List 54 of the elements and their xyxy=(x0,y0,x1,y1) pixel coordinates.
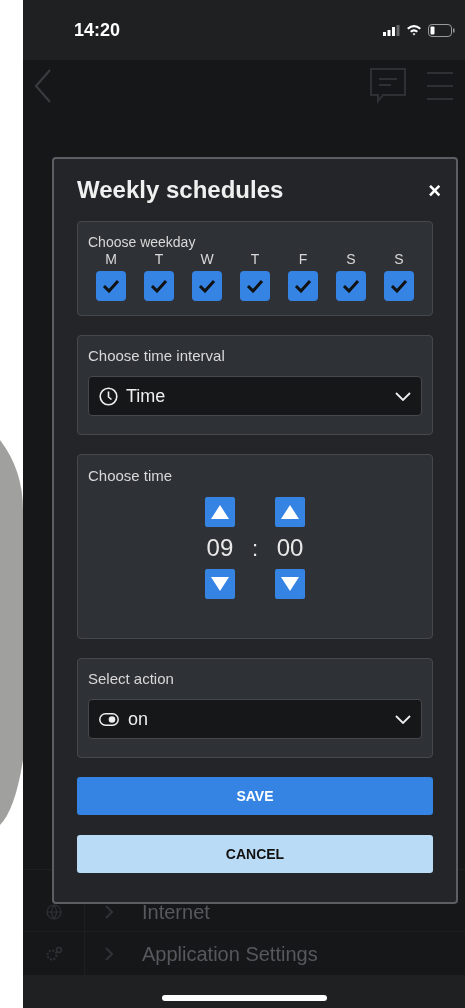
weekday-checkbox[interactable] xyxy=(384,271,414,301)
dropdown-value: on xyxy=(128,707,150,731)
dialog-title: Weekly schedules xyxy=(77,175,284,205)
weekday-checkbox[interactable] xyxy=(192,271,222,301)
weekday-checkbox[interactable] xyxy=(240,271,270,301)
triangle-up-icon xyxy=(210,505,229,519)
interval-dropdown[interactable]: Time xyxy=(88,376,422,416)
battery-icon xyxy=(428,23,455,37)
wifi-icon xyxy=(406,24,422,36)
triangle-up-icon xyxy=(281,505,300,519)
checkmark-icon xyxy=(390,279,408,293)
checkmark-icon xyxy=(246,279,264,293)
checkmark-icon xyxy=(150,279,168,293)
weekday-label: T xyxy=(250,250,260,268)
hour-up-button[interactable] xyxy=(204,497,235,527)
close-button[interactable]: × xyxy=(428,173,441,207)
signal-icon xyxy=(383,24,400,36)
weekday-label: M xyxy=(105,250,117,268)
weekday-checkbox[interactable] xyxy=(144,271,174,301)
save-button[interactable]: SAVE xyxy=(77,777,433,815)
triangle-down-icon xyxy=(281,577,300,591)
minute-down-button[interactable] xyxy=(275,569,306,599)
section-label: Select action xyxy=(88,670,175,688)
weekday-label: S xyxy=(346,250,356,268)
checkmark-icon xyxy=(102,279,120,293)
weekday-checkbox[interactable] xyxy=(336,271,366,301)
hour-down-button[interactable] xyxy=(204,569,235,599)
status-time: 14:20 xyxy=(74,18,121,42)
time-separator: : xyxy=(250,534,260,563)
weekday-label: S xyxy=(394,250,404,268)
action-dropdown[interactable]: on xyxy=(88,699,422,739)
gears-icon xyxy=(44,945,63,962)
hour-value: 09 xyxy=(206,533,234,563)
section-label: Choose weekday xyxy=(88,234,197,250)
cancel-button[interactable]: CANCEL xyxy=(77,835,433,873)
triangle-down-icon xyxy=(210,577,229,591)
weekday-checkbox[interactable] xyxy=(288,271,318,301)
clock-icon xyxy=(99,386,118,406)
checkmark-icon xyxy=(342,279,360,293)
chevron-down-icon xyxy=(395,714,411,724)
chevron-down-icon xyxy=(395,391,411,401)
section-label: Choose time interval xyxy=(88,347,226,365)
chevron-right-icon xyxy=(105,946,114,961)
checkmark-icon xyxy=(294,279,312,293)
minute-up-button[interactable] xyxy=(275,497,306,527)
weekday-label: T xyxy=(154,250,164,268)
section-label: Choose time xyxy=(88,467,174,485)
checkmark-icon xyxy=(198,279,216,293)
dropdown-value: Time xyxy=(126,384,167,408)
toggle-icon xyxy=(99,712,119,726)
weekday-label: W xyxy=(200,250,214,268)
weekday-checkbox[interactable] xyxy=(96,271,126,301)
weekday-label: F xyxy=(298,250,308,268)
minute-value: 00 xyxy=(276,533,304,563)
